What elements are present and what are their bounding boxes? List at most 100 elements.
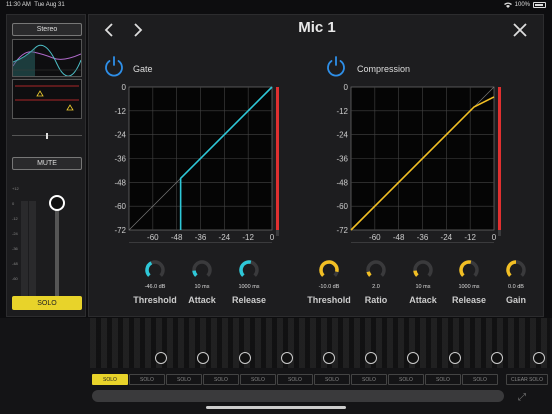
fader-scale-label: 0 — [12, 201, 15, 206]
y-tick-label: -12 — [114, 107, 126, 116]
knob-release[interactable]: 1000 ms Release — [444, 259, 494, 311]
clear-solo-button[interactable]: CLEAR SOLO — [506, 374, 548, 385]
knob-level — [459, 260, 472, 277]
background-pan-knob[interactable] — [239, 352, 251, 364]
knob-dial-icon[interactable] — [191, 259, 213, 281]
x-tick-label: -36 — [417, 233, 429, 242]
pan-handle[interactable] — [46, 133, 48, 139]
home-indicator — [206, 406, 346, 409]
compression-power-button[interactable] — [325, 55, 347, 77]
output-meter — [498, 87, 501, 230]
y-tick-label: -60 — [336, 202, 348, 211]
dynamics-thumbnail[interactable] — [12, 79, 82, 119]
knob-attack[interactable]: 10 ms Attack — [177, 259, 227, 311]
status-time: 11:30 AM Tue Aug 31 — [6, 2, 65, 8]
status-right: 100% — [503, 2, 546, 8]
stereo-button[interactable]: Stereo — [12, 23, 82, 36]
knob-gain[interactable]: 0.0 dB Gain — [491, 259, 541, 311]
volume-fader-track[interactable] — [55, 201, 59, 301]
pan-slider[interactable] — [12, 133, 82, 139]
y-tick-label: -48 — [336, 178, 348, 187]
background-pan-knob[interactable] — [281, 352, 293, 364]
knob-ratio[interactable]: 2.0 Ratio — [351, 259, 401, 311]
gate-transfer-graph[interactable]: 0 -12 -24 -36 -48 -60 -72 -60 -48 -36 -24 -12 0 — [107, 83, 287, 243]
x-tick-label: -60 — [147, 233, 159, 242]
x-tick-label: -60 — [369, 233, 381, 242]
background-solo-button[interactable]: SOLO — [388, 374, 424, 385]
knob-dial-icon[interactable] — [318, 259, 340, 281]
x-tick-label: -36 — [195, 233, 207, 242]
knob-dial-icon[interactable] — [412, 259, 434, 281]
background-pan-knob[interactable] — [533, 352, 545, 364]
background-pan-knob[interactable] — [155, 352, 167, 364]
knob-threshold[interactable]: -10.0 dB Threshold — [304, 259, 354, 311]
compression-transfer-graph[interactable]: 0 -12 -24 -36 -48 -60 -72 -60 -48 -36 -24 -12 0 — [329, 83, 509, 243]
background-solo-button[interactable]: SOLO — [166, 374, 202, 385]
background-solo-button[interactable]: SOLO — [314, 374, 350, 385]
knob-dial-icon[interactable] — [458, 259, 480, 281]
background-solo-button[interactable]: SOLO — [351, 374, 387, 385]
dynamics-dialog: Mic 1 Gate 0 -12 -24 -36 -48 -60 -72 -60 -48 -36 -… — [88, 14, 544, 317]
background-solo-button[interactable]: SOLO — [129, 374, 165, 385]
fader-scale-label: -48 — [12, 261, 18, 266]
knob-label: Attack — [409, 295, 437, 305]
x-tick-label: 0 — [492, 233, 497, 242]
knob-dial-icon[interactable] — [144, 259, 166, 281]
background-solo-button[interactable]: SOLO — [425, 374, 461, 385]
background-pan-knob[interactable] — [365, 352, 377, 364]
x-tick-label: 0 — [270, 233, 275, 242]
mixer-scrollbar[interactable] — [92, 390, 504, 402]
y-tick-label: -72 — [114, 226, 126, 235]
knob-value: 1000 ms — [238, 284, 260, 290]
output-meter-base — [276, 230, 279, 236]
knob-label: Gain — [505, 295, 526, 305]
compression-label: Compression — [357, 64, 411, 74]
knob-level — [145, 261, 153, 277]
knob-release[interactable]: 1000 ms Release — [224, 259, 274, 311]
battery-icon — [533, 2, 546, 8]
background-solo-button[interactable]: SOLO — [277, 374, 313, 385]
y-tick-label: -24 — [336, 131, 348, 140]
close-button[interactable] — [511, 21, 529, 39]
knob-dial-icon[interactable] — [505, 259, 527, 281]
output-meter-base — [498, 230, 501, 236]
background-pan-knob[interactable] — [407, 352, 419, 364]
background-pan-knob[interactable] — [491, 352, 503, 364]
background-solo-button[interactable]: SOLO — [203, 374, 239, 385]
y-tick-label: -36 — [336, 155, 348, 164]
knob-label: Ratio — [364, 295, 388, 305]
volume-fader-knob[interactable] — [49, 195, 65, 211]
fader-scale-label: -12 — [12, 216, 18, 221]
knob-label: Threshold — [307, 295, 351, 305]
solo-button[interactable]: SOLO — [12, 296, 82, 310]
knob-dial-icon[interactable] — [238, 259, 260, 281]
background-solo-button[interactable]: SOLO — [462, 374, 498, 385]
knob-value: 10 ms — [415, 284, 431, 290]
knob-value: 0.0 dB — [508, 284, 524, 290]
y-tick-label: 0 — [122, 83, 127, 92]
background-pan-knob[interactable] — [449, 352, 461, 364]
fader-scale-label: -24 — [12, 231, 18, 236]
background-pan-knob[interactable] — [323, 352, 335, 364]
background-solo-button[interactable]: SOLO — [92, 374, 128, 385]
eq-thumbnail[interactable] — [12, 39, 82, 77]
fader-scale-label: +12 — [12, 186, 19, 191]
x-tick-label: -48 — [393, 233, 405, 242]
output-meter — [276, 87, 279, 230]
background-pan-knob[interactable] — [197, 352, 209, 364]
knob-dial-icon[interactable] — [365, 259, 387, 281]
expand-icon[interactable]: ⤢ — [518, 392, 530, 404]
knob-value: 1000 ms — [458, 284, 480, 290]
knob-level — [413, 270, 419, 277]
gate-power-button[interactable] — [103, 55, 125, 77]
background-solo-button[interactable]: SOLO — [240, 374, 276, 385]
knob-label: Release — [451, 295, 487, 305]
knob-level — [192, 270, 198, 277]
knob-label: Threshold — [133, 295, 177, 305]
knob-threshold[interactable]: -46.0 dB Threshold — [130, 259, 180, 311]
power-icon — [327, 56, 345, 77]
mute-button[interactable]: MUTE — [12, 157, 82, 170]
input-meter — [351, 242, 494, 243]
knob-attack[interactable]: 10 ms Attack — [398, 259, 448, 311]
x-tick-label: -48 — [171, 233, 183, 242]
